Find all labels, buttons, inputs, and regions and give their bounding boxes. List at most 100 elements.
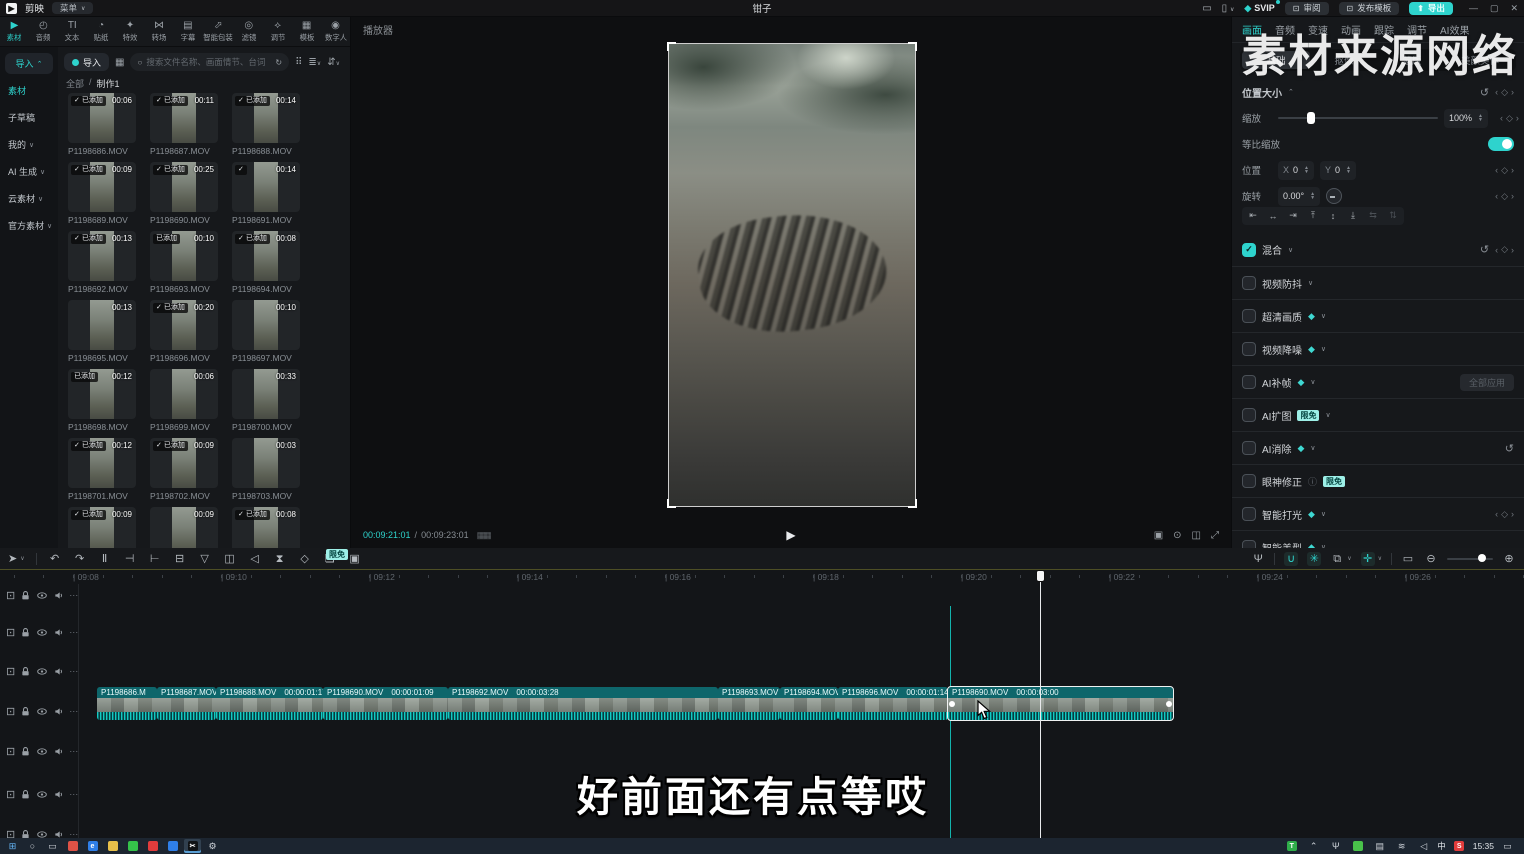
svip-button[interactable]: ◆ SVIP: [1244, 3, 1274, 14]
review-button[interactable]: ⊡审阅: [1285, 2, 1329, 15]
playhead[interactable]: [1036, 570, 1045, 838]
feature-checkbox[interactable]: [1242, 474, 1256, 488]
feature-checkbox[interactable]: [1242, 441, 1256, 455]
clock[interactable]: 15:35: [1473, 841, 1494, 851]
timeline-clip[interactable]: P1198693.MOV00:: [718, 687, 780, 720]
timeline-clip[interactable]: P1198696.MOV00:00:01:14: [838, 687, 948, 720]
distribute-v-icon[interactable]: ⇅: [1384, 208, 1402, 223]
position-keyframe[interactable]: ‹◇›: [1495, 165, 1514, 176]
lock-icon[interactable]: [20, 706, 31, 717]
library-item[interactable]: ✓已添加00:13P1198692.MOV: [68, 231, 136, 294]
sidebar-item[interactable]: 我的∨: [5, 134, 53, 155]
align-left-icon[interactable]: ⇤: [1244, 208, 1262, 223]
library-item[interactable]: ✓已添加00:08P1198694.MOV: [232, 231, 300, 294]
inspector-subtab[interactable]: 抠像: [1310, 51, 1378, 69]
chevron-down-icon[interactable]: ∨: [1321, 345, 1326, 353]
feature-checkbox[interactable]: [1242, 342, 1256, 356]
wechat-icon[interactable]: [124, 839, 141, 853]
timeline-ruler[interactable]: | 09:08| 09:10| 09:12| 09:14| 09:16| 09:…: [0, 570, 1524, 584]
rotate-icon[interactable]: ◇: [298, 552, 312, 566]
publish-template-button[interactable]: ⊡发布模板: [1339, 2, 1400, 15]
split-keep-left-icon[interactable]: ⊣: [123, 552, 137, 566]
inspector-tab[interactable]: 音频: [1275, 22, 1295, 37]
library-item[interactable]: ✓已添加00:25P1198690.MOV: [150, 162, 218, 225]
rotation-value-field[interactable]: 0.00° ▲▼: [1278, 187, 1320, 206]
track-more-icon[interactable]: ⋯: [69, 706, 79, 717]
select-tool[interactable]: ➤∨: [8, 552, 25, 565]
library-item[interactable]: 已添加00:12P1198698.MOV: [68, 369, 136, 432]
library-item[interactable]: ✓已添加00:08P1198706.MOV: [232, 507, 300, 548]
library-item[interactable]: ✓已添加00:14P1198688.MOV: [232, 93, 300, 156]
timeline-clip[interactable]: P1198692.MOV00:00:03:28: [448, 687, 718, 720]
capcut-taskbar-icon[interactable]: ✂: [184, 839, 201, 853]
track-more-icon[interactable]: ⋯: [69, 627, 79, 638]
tool-tab[interactable]: TI文本: [58, 17, 87, 46]
tray-device-icon[interactable]: ▤: [1371, 839, 1388, 853]
library-item[interactable]: 00:09P1198705.MOV: [150, 507, 218, 548]
lock-icon[interactable]: [20, 627, 31, 638]
zoom-out-icon[interactable]: ⊖: [1424, 552, 1438, 566]
sidebar-item[interactable]: AI 生成∨: [5, 161, 53, 182]
scale-stepper[interactable]: ▲▼: [1478, 114, 1483, 123]
library-item[interactable]: 00:10P1198697.MOV: [232, 300, 300, 363]
position-y-field[interactable]: Y0 ▲▼: [1320, 161, 1356, 180]
lock-icon[interactable]: [20, 829, 31, 839]
collapse-caret-icon[interactable]: ⌃: [1288, 88, 1294, 96]
keyframe-control[interactable]: ‹◇›: [1495, 244, 1514, 255]
code-app-icon[interactable]: [164, 839, 181, 853]
library-item[interactable]: ✓已添加00:09P1198702.MOV: [150, 438, 218, 501]
sidebar-item[interactable]: 云素材∨: [5, 188, 53, 209]
task-view-icon[interactable]: ▭: [44, 839, 61, 853]
minimize-button[interactable]: —: [1469, 3, 1478, 14]
menu-button[interactable]: 菜单∨: [52, 2, 93, 14]
sidebar-item[interactable]: 素材: [5, 80, 53, 101]
align-right-icon[interactable]: ⇥: [1284, 208, 1302, 223]
split-icon[interactable]: Ⅱ: [98, 552, 112, 566]
sidebar-item[interactable]: 导入⌃: [5, 53, 53, 74]
inspector-subtab[interactable]: 美颜美体: [1446, 51, 1514, 69]
grid-view-icon[interactable]: ⠿: [295, 57, 302, 68]
reset-icon[interactable]: ↺: [1505, 442, 1514, 455]
tool-tab[interactable]: ◔贴纸: [87, 17, 116, 46]
rotation-keyframe[interactable]: ‹◇›: [1495, 191, 1514, 202]
sidebar-item[interactable]: 子草稿: [5, 107, 53, 128]
inspector-tab[interactable]: 画面: [1242, 22, 1262, 37]
tray-app-green[interactable]: T: [1283, 839, 1300, 853]
inspector-tab[interactable]: AI效果: [1440, 22, 1469, 37]
sogou-icon[interactable]: S: [1451, 839, 1468, 853]
tray-mic-icon[interactable]: Ψ: [1327, 839, 1344, 853]
tool-tab[interactable]: ⟡调节: [263, 17, 292, 46]
speaker-icon[interactable]: [53, 627, 64, 638]
search-history-icon[interactable]: ↻: [275, 58, 282, 67]
library-item[interactable]: ✓已添加00:09P1198704.MOV: [68, 507, 136, 548]
delete-icon[interactable]: ⊟: [173, 552, 187, 566]
speaker-icon[interactable]: [53, 590, 64, 601]
redo-icon[interactable]: ↷: [73, 552, 87, 566]
timeline-clip[interactable]: P1198694.MOV00:: [780, 687, 838, 720]
apply-all-button[interactable]: 全部应用: [1460, 374, 1514, 391]
library-item[interactable]: 00:13P1198695.MOV: [68, 300, 136, 363]
eye-icon[interactable]: [36, 746, 48, 757]
zoom-in-icon[interactable]: ⊕: [1502, 552, 1516, 566]
browser-icon[interactable]: [64, 839, 81, 853]
speaker-icon[interactable]: [53, 666, 64, 677]
track-more-icon[interactable]: ⋯: [69, 746, 79, 757]
align-middle-v-icon[interactable]: ↕: [1324, 208, 1342, 223]
uniform-scale-toggle[interactable]: [1488, 137, 1514, 151]
split-keep-right-icon[interactable]: ⊢: [148, 552, 162, 566]
sort-icon[interactable]: ≣∨: [308, 57, 321, 68]
tool-tab[interactable]: ⋈转场: [145, 17, 174, 46]
feature-checkbox[interactable]: [1242, 540, 1256, 548]
library-item[interactable]: ✓00:14P1198691.MOV: [232, 162, 300, 225]
search-icon[interactable]: ○: [24, 839, 41, 853]
inspector-subtab[interactable]: 基础: [1242, 51, 1310, 69]
timeline-clip[interactable]: P1198686.M: [97, 687, 157, 720]
lock-icon[interactable]: [20, 666, 31, 677]
volume-icon[interactable]: ◁: [1415, 839, 1432, 853]
linkage-icon[interactable]: ⧉∨: [1330, 552, 1351, 566]
breadcrumb-root[interactable]: 全部: [66, 77, 84, 90]
inspector-tab[interactable]: 变速: [1308, 22, 1328, 37]
mask-icon[interactable]: ▽: [198, 552, 212, 566]
tool-tab[interactable]: ◉数字人: [321, 17, 350, 46]
eye-icon[interactable]: [36, 627, 48, 638]
